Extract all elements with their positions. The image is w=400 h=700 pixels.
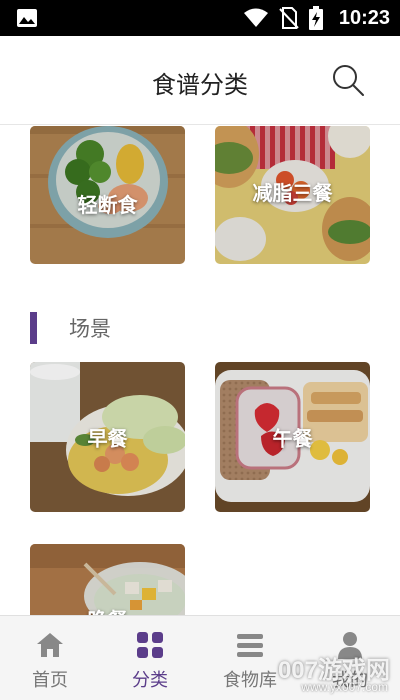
scene-card-dinner[interactable]: 晚餐 <box>30 544 185 615</box>
status-time: 10:23 <box>338 6 390 29</box>
section-accent-bar <box>30 312 37 344</box>
status-bar: 10:23 <box>0 0 400 36</box>
category-card-fat-loss-meals[interactable]: 减脂三餐 <box>215 126 370 264</box>
scene-card-lunch[interactable]: 午餐 <box>215 362 370 512</box>
scene-card-label: 午餐 <box>272 426 313 451</box>
battery-charging-icon <box>308 6 323 30</box>
search-icon[interactable] <box>330 62 366 98</box>
category-card-fasting[interactable]: 轻断食 <box>30 126 185 264</box>
section-title-scene: 场景 <box>30 312 111 344</box>
image-icon <box>17 9 37 27</box>
home-icon <box>37 633 63 657</box>
nav-label: 首页 <box>32 670 68 691</box>
category-card-label: 轻断食 <box>77 193 138 217</box>
app-header: 食谱分类 <box>0 36 400 125</box>
no-sim-icon <box>279 7 299 29</box>
scene-card-label: 早餐 <box>87 426 128 451</box>
watermark: 007游戏网 www.yx007.com <box>258 650 400 700</box>
scene-card-breakfast[interactable]: 早餐 <box>30 362 185 512</box>
scene-card-label: 晚餐 <box>30 604 185 615</box>
category-card-label: 减脂三餐 <box>252 181 333 205</box>
grid-icon <box>137 632 163 658</box>
nav-label: 分类 <box>132 670 168 691</box>
wifi-icon <box>243 8 268 27</box>
nav-item-category[interactable]: 分类 <box>100 616 200 700</box>
nav-item-home[interactable]: 首页 <box>0 616 100 700</box>
category-content[interactable]: 轻断食 减脂三餐 场景 早餐 午餐 <box>0 126 400 615</box>
section-title-text: 场景 <box>69 317 111 341</box>
watermark-url: www.yx007.com <box>301 680 388 694</box>
